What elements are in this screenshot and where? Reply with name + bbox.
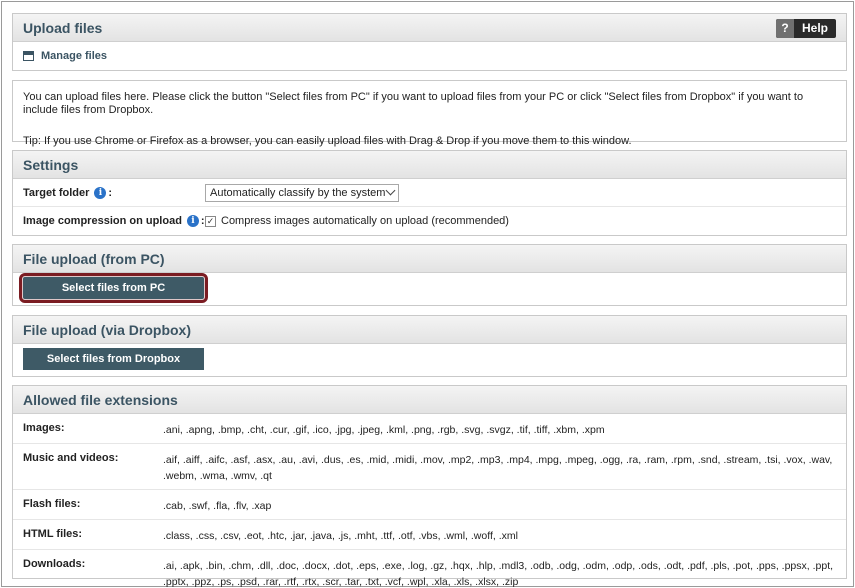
target-folder-select[interactable]: Automatically classify by the system: [205, 183, 399, 202]
extension-label: Flash files:: [23, 498, 81, 510]
extensions-header: Allowed file extensions: [13, 386, 846, 414]
extension-values: .ani, .apng, .bmp, .cht, .cur, .gif, .ic…: [163, 424, 605, 436]
compression-label: Image compression on upload: [23, 215, 182, 227]
extension-row: Flash files: .cab, .swf, .fla, .flv, .xa…: [13, 490, 846, 520]
pc-upload-panel: File upload (from PC) Select files from …: [12, 244, 847, 306]
upload-files-header: Upload files ? Help: [13, 14, 846, 42]
extension-label: Images:: [23, 422, 65, 434]
dropbox-upload-title: File upload (via Dropbox): [23, 322, 192, 338]
info-icon[interactable]: i: [94, 186, 107, 199]
compression-checkbox[interactable]: ✓: [205, 215, 216, 227]
info-line-2: Tip: If you use Chrome or Firefox as a b…: [23, 135, 632, 147]
pc-upload-title: File upload (from PC): [23, 251, 165, 267]
pc-upload-header: File upload (from PC): [13, 245, 846, 273]
extension-values: .class, .css, .csv, .eot, .htc, .jar, .j…: [163, 530, 518, 542]
extension-values: .cab, .swf, .fla, .flv, .xap: [163, 500, 272, 512]
info-line-1: You can upload files here. Please click …: [23, 91, 804, 116]
compression-option[interactable]: ✓ Compress images automatically on uploa…: [205, 215, 509, 227]
info-icon[interactable]: i: [186, 215, 199, 227]
target-folder-row: Target folder i : Automatically classify…: [13, 179, 846, 207]
dropbox-upload-body: Select files from Dropbox: [13, 344, 846, 377]
manage-files-link[interactable]: Manage files: [41, 50, 107, 62]
extension-row: Downloads: .ai, .apk, .bin, .chm, .dll, …: [13, 550, 846, 588]
target-folder-label: Target folder: [23, 186, 90, 199]
compression-checkbox-label: Compress images automatically on upload …: [221, 215, 509, 227]
settings-panel: Settings Target folder i : Automatically…: [12, 150, 847, 236]
page-frame: Upload files ? Help Manage files You can…: [1, 1, 854, 588]
page-title: Upload files: [23, 20, 103, 36]
info-text: You can upload files here. Please click …: [13, 81, 846, 158]
help-button[interactable]: ? Help: [776, 19, 836, 38]
extensions-list: Images: .ani, .apng, .bmp, .cht, .cur, .…: [13, 414, 846, 588]
extension-row: Music and videos: .aif, .aiff, .aifc, .a…: [13, 444, 846, 490]
extensions-panel: Allowed file extensions Images: .ani, .a…: [12, 385, 847, 588]
upload-files-panel: Upload files ? Help Manage files: [12, 13, 847, 71]
select-files-from-dropbox-button[interactable]: Select files from Dropbox: [23, 348, 204, 370]
extension-values: .aif, .aiff, .aifc, .asf, .asx, .au, .av…: [163, 454, 833, 482]
extensions-title: Allowed file extensions: [23, 392, 178, 408]
info-panel: You can upload files here. Please click …: [12, 80, 847, 147]
compression-label-wrap: Image compression on upload i :: [13, 215, 205, 227]
chevron-down-icon: [385, 185, 396, 196]
target-folder-value: Automatically classify by the system: [210, 186, 386, 199]
settings-header: Settings: [13, 151, 846, 179]
extension-label: HTML files:: [23, 528, 83, 540]
window-icon: [23, 51, 34, 61]
colon: :: [108, 186, 113, 199]
help-question-icon: ?: [776, 19, 794, 38]
extension-label: Music and videos:: [23, 452, 119, 464]
select-files-from-pc-button[interactable]: Select files from PC: [19, 273, 208, 303]
dropbox-upload-header: File upload (via Dropbox): [13, 316, 846, 344]
compression-row: Image compression on upload i : ✓ Compre…: [13, 207, 846, 235]
pc-upload-body: Select files from PC: [13, 273, 846, 306]
extension-values: .ai, .apk, .bin, .chm, .dll, .doc, .docx…: [163, 560, 834, 588]
extension-label: Downloads:: [23, 558, 86, 570]
manage-files-row: Manage files: [13, 42, 846, 70]
settings-title: Settings: [23, 157, 79, 173]
target-folder-label-wrap: Target folder i :: [13, 186, 205, 199]
extension-row: Images: .ani, .apng, .bmp, .cht, .cur, .…: [13, 414, 846, 444]
help-label: Help: [801, 21, 828, 35]
extension-row: HTML files: .class, .css, .csv, .eot, .h…: [13, 520, 846, 550]
dropbox-upload-panel: File upload (via Dropbox) Select files f…: [12, 315, 847, 377]
